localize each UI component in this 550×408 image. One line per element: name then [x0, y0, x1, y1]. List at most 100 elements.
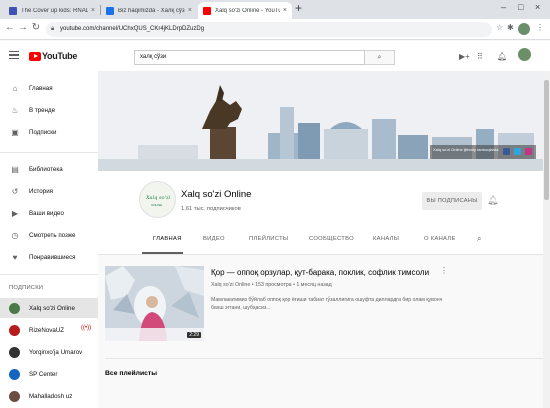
featured-video-title[interactable]: Қор — оппоқ орзулар, қут-барака, поклик,…: [211, 268, 443, 277]
history-icon: ↺: [11, 186, 19, 196]
youtube-logo[interactable]: YouTube: [29, 51, 77, 61]
subscriptions-icon: ▣: [11, 127, 19, 137]
telegram-icon[interactable]: [514, 148, 521, 155]
banner-social-strip: Xalq so'zi Online ijtimoiy tarmoqlarda: [430, 145, 536, 159]
extensions-icon[interactable]: ✱: [507, 23, 514, 32]
sidebar-subscription-yorqinxoja[interactable]: Yorqinxo'ja Umarov: [0, 342, 98, 362]
tab-about[interactable]: О КАНАЛЕ: [424, 236, 456, 242]
subscribed-button[interactable]: ВЫ ПОДПИСАНЫ: [422, 192, 482, 210]
bookmark-star-icon[interactable]: ☆: [496, 23, 503, 32]
more-actions-icon[interactable]: ⋮: [440, 266, 448, 275]
tab-home[interactable]: ГЛАВНАЯ: [153, 236, 182, 242]
hamburger-menu-icon[interactable]: [9, 51, 19, 61]
browser-tab-2[interactable]: Biz haqimizda - Халқ сўзи ×: [101, 2, 197, 19]
library-icon: ▤: [11, 164, 19, 174]
address-bar-url: youtube.com/channel/UChxQUS_CKr4jKLDrpDZ…: [60, 26, 205, 32]
playlists-section-title: Все плейлисты: [105, 370, 158, 377]
avatar-logo-text: Xalq so'zi: [146, 195, 171, 201]
video-duration: 2:29: [187, 332, 201, 338]
browser-tab-3-active[interactable]: Xalq so'zi Online - YouTube ×: [198, 2, 292, 19]
create-video-icon[interactable]: ▶︎+: [459, 52, 470, 61]
home-icon: ⌂: [12, 83, 18, 93]
browser-profile-avatar[interactable]: [518, 23, 530, 35]
sidebar-divider: [0, 274, 98, 275]
search-button[interactable]: ⌕: [365, 50, 395, 65]
section-divider: [105, 358, 550, 359]
close-icon[interactable]: ×: [91, 7, 95, 14]
tab-community[interactable]: СООБЩЕСТВО: [309, 236, 354, 242]
featured-video-description: Мамлакатимиз бўйлаб оппоқ қор ёғиши таби…: [211, 297, 443, 311]
youtube-favicon-icon: [203, 6, 211, 15]
sidebar-item-label: В тренде: [29, 106, 56, 114]
lock-icon[interactable]: 🔒︎: [51, 22, 54, 37]
trending-icon: ♨: [11, 105, 19, 115]
sidebar-item-trending[interactable]: ♨ В тренде: [0, 100, 98, 120]
sidebar-item-label: Yorqinxo'ja Umarov: [29, 348, 83, 356]
subscriptions-heading: ПОДПИСКИ: [9, 285, 44, 291]
scrollbar-thumb[interactable]: [544, 80, 549, 200]
account-avatar[interactable]: [518, 48, 531, 61]
tab-favicon-icon: [106, 6, 114, 15]
channel-avatar: [9, 390, 20, 402]
liked-icon: ♥: [12, 252, 18, 262]
notification-bell-icon[interactable]: 🔔︎: [487, 195, 498, 206]
youtube-wordmark: YouTube: [42, 51, 78, 61]
browser-tab-title: Xalq so'zi Online - YouTube: [215, 7, 280, 14]
sidebar-item-label: Mahalladosh uz: [29, 392, 73, 400]
minimize-icon[interactable]: –: [501, 2, 506, 12]
apps-grid-icon[interactable]: ⠿: [477, 52, 483, 61]
tabs-divider: [98, 254, 550, 255]
tab-favicon-icon: [9, 6, 17, 15]
facebook-icon[interactable]: [503, 148, 510, 155]
browser-menu-icon[interactable]: ⋮: [536, 23, 544, 32]
channel-header-avatar[interactable]: Xalq so'zi ONLINE: [139, 181, 176, 218]
sidebar-item-label: SP Center: [29, 370, 58, 378]
address-bar[interactable]: 🔒︎ youtube.com/channel/UChxQUS_CKr4jKLDr…: [46, 22, 492, 37]
search-input[interactable]: халқ сўзи: [134, 50, 365, 65]
forward-icon[interactable]: →: [17, 22, 29, 33]
youtube-masthead: YouTube халқ сўзи ⌕ ▶︎+ ⠿ 🔔︎: [0, 41, 550, 71]
sidebar-item-history[interactable]: ↺ История: [0, 181, 98, 201]
sidebar-item-watch-later[interactable]: ◷ Смотреть позже: [0, 225, 98, 245]
sidebar-subscription-mahalladosh[interactable]: Mahalladosh uz: [0, 386, 98, 406]
close-icon[interactable]: ×: [283, 7, 287, 14]
sidebar-subscription-sp-center[interactable]: SP Center: [0, 364, 98, 384]
tab-playlists[interactable]: ПЛЕЙЛИСТЫ: [249, 236, 288, 242]
browser-toolbar: ← → ↻ 🔒︎ youtube.com/channel/UChxQUS_CKr…: [0, 19, 550, 40]
your-videos-icon: ▶: [11, 208, 19, 218]
sidebar-item-subscriptions[interactable]: ▣ Подписки: [0, 122, 98, 142]
sidebar-item-library[interactable]: ▤ Библиотека: [0, 159, 98, 179]
new-tab-button[interactable]: +: [295, 1, 302, 15]
channel-name: Xalq so'zi Online: [181, 189, 252, 200]
notifications-bell-icon[interactable]: 🔔︎: [497, 52, 507, 61]
browser-tab-title: Biz haqimizda - Халқ сўзи: [118, 7, 185, 14]
browser-tab-1[interactable]: The Cover up kids: RNAL - ×: [4, 2, 100, 19]
sidebar-subscription-xalq-sozi[interactable]: Xalq so'zi Online: [0, 298, 98, 318]
sidebar-item-label: Понравившиеся: [29, 253, 76, 261]
thumbnail-image: [105, 266, 204, 341]
sidebar-item-label: Библиотека: [29, 165, 63, 173]
back-icon[interactable]: ←: [4, 22, 16, 33]
sidebar-item-your-videos[interactable]: ▶ Ваши видео: [0, 203, 98, 223]
live-broadcast-icon: ((•)): [81, 325, 92, 331]
avatar-logo-subtext: ONLINE: [151, 203, 163, 207]
tab-videos[interactable]: ВИДЕО: [203, 236, 225, 242]
browser-tab-strip: The Cover up kids: RNAL - × Biz haqimizd…: [0, 0, 550, 19]
channel-avatar: [9, 368, 20, 380]
banner-social-text: Xalq so'zi Online ijtimoiy tarmoqlarda: [433, 147, 499, 152]
window-close-icon[interactable]: ×: [535, 2, 540, 12]
sidebar-item-label: Смотреть позже: [29, 231, 76, 239]
sidebar-divider: [0, 152, 98, 153]
reload-icon[interactable]: ↻: [30, 22, 42, 33]
channel-search-icon[interactable]: ⌕: [477, 234, 481, 244]
sidebar-item-liked-videos[interactable]: ♥ Понравившиеся: [0, 247, 98, 267]
featured-video-thumbnail[interactable]: 2:29: [105, 266, 204, 341]
browser-tab-title: The Cover up kids: RNAL -: [21, 7, 88, 14]
maximize-icon[interactable]: □: [518, 2, 523, 12]
sidebar-item-label: Ваши видео: [29, 209, 64, 217]
channel-avatar: [9, 302, 20, 314]
sidebar-item-home[interactable]: ⌂ Главная: [0, 78, 98, 98]
tab-channels[interactable]: КАНАЛЫ: [373, 236, 399, 242]
close-icon[interactable]: ×: [188, 7, 192, 14]
instagram-icon[interactable]: [525, 148, 532, 155]
